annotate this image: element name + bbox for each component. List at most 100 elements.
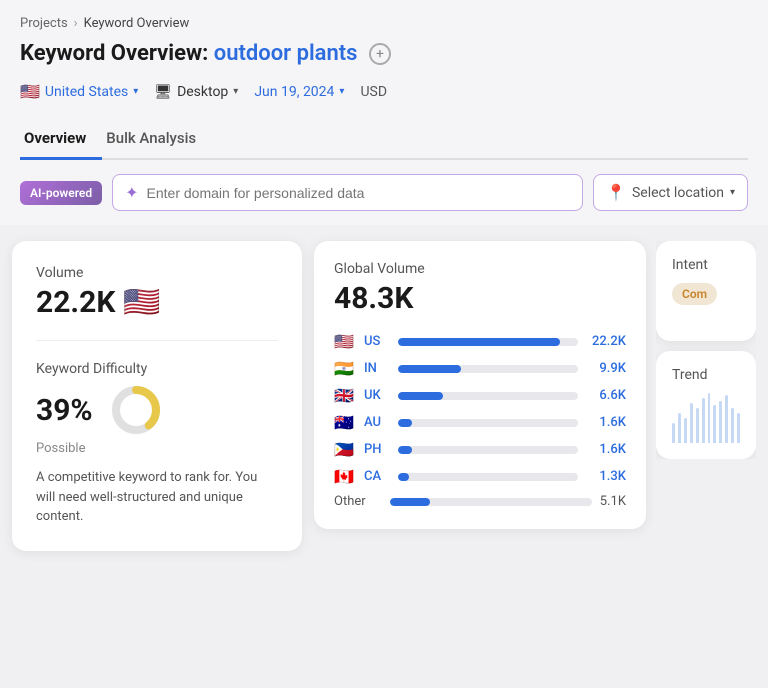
country-code-ph: PH xyxy=(364,442,390,457)
trend-bar xyxy=(725,395,728,443)
kd-description: A competitive keyword to rank for. You w… xyxy=(36,468,278,527)
breadcrumb-projects[interactable]: Projects xyxy=(20,16,68,31)
possible-label: Possible xyxy=(36,441,278,456)
country-volume-in: 9.9K xyxy=(586,361,626,376)
date-chevron-icon: ▾ xyxy=(339,86,344,97)
intent-badge: Com xyxy=(672,283,717,305)
search-row: AI-powered ✦ 📍 Select location ▾ xyxy=(20,174,748,211)
country-flag: 🇺🇸 xyxy=(20,82,40,101)
keyword-value: outdoor plants xyxy=(214,41,358,66)
country-bar-fill-au xyxy=(398,419,412,427)
trend-bar xyxy=(737,413,740,443)
kd-row: 39% xyxy=(36,383,278,437)
global-volume-value: 48.3K xyxy=(334,281,626,316)
trend-bar xyxy=(678,413,681,443)
volume-card: Volume 22.2K 🇺🇸 Keyword Difficulty 39% xyxy=(12,241,302,551)
global-volume-label: Global Volume xyxy=(334,261,626,277)
date-label: Jun 19, 2024 xyxy=(254,84,334,100)
trend-bar xyxy=(696,408,699,443)
location-label: Select location xyxy=(632,185,724,201)
domain-input[interactable] xyxy=(147,185,571,201)
kd-value: 39% xyxy=(36,393,93,428)
location-chevron-icon: ▾ xyxy=(730,187,735,198)
sparkle-icon: ✦ xyxy=(125,183,138,202)
country-flag-ca: 🇨🇦 xyxy=(334,467,356,486)
trend-bar xyxy=(731,408,734,443)
intent-title: Intent xyxy=(672,257,740,273)
filters-row: 🇺🇸 United States ▾ 🖥 Desktop ▾ Jun 19, 2… xyxy=(20,78,748,105)
breadcrumb-current: Keyword Overview xyxy=(84,16,190,31)
trend-title: Trend xyxy=(672,367,740,383)
trend-bar xyxy=(684,418,687,443)
country-bar-fill-ph xyxy=(398,446,412,454)
volume-divider xyxy=(36,340,278,341)
country-volume-au: 1.6K xyxy=(586,415,626,430)
country-flag-au: 🇦🇺 xyxy=(334,413,356,432)
country-bar-track-us xyxy=(398,338,578,346)
tab-bulk-analysis[interactable]: Bulk Analysis xyxy=(102,119,212,160)
other-bar-track xyxy=(390,498,592,506)
add-keyword-icon[interactable]: + xyxy=(369,43,391,65)
country-volume-us: 22.2K xyxy=(586,334,626,349)
country-bar-fill-uk xyxy=(398,392,443,400)
tabs-row: Overview Bulk Analysis xyxy=(20,119,748,160)
other-label: Other xyxy=(334,494,382,509)
country-chevron-icon: ▾ xyxy=(133,86,138,97)
country-bar-fill-us xyxy=(398,338,560,346)
country-code-in: IN xyxy=(364,361,390,376)
date-filter[interactable]: Jun 19, 2024 ▾ xyxy=(254,80,344,104)
country-bar-track-au xyxy=(398,419,578,427)
main-content: Volume 22.2K 🇺🇸 Keyword Difficulty 39% xyxy=(0,225,768,567)
search-section: AI-powered ✦ 📍 Select location ▾ xyxy=(0,160,768,225)
other-row: Other 5.1K xyxy=(334,494,626,509)
location-icon: 📍 xyxy=(606,183,626,202)
country-rows: 🇺🇸 US 22.2K 🇮🇳 IN 9.9K 🇬🇧 UK 6.6K 🇦🇺 AU xyxy=(334,332,626,486)
volume-flag: 🇺🇸 xyxy=(123,285,160,320)
trend-bar xyxy=(708,393,711,443)
page-title: Keyword Overview: outdoor plants + xyxy=(20,41,748,66)
page-title-prefix: Keyword Overview: xyxy=(20,41,208,66)
country-volume-ph: 1.6K xyxy=(586,442,626,457)
kd-label: Keyword Difficulty xyxy=(36,361,278,377)
breadcrumb-separator: › xyxy=(74,16,78,31)
device-label: Desktop xyxy=(177,84,228,100)
country-code-ca: CA xyxy=(364,469,390,484)
device-filter[interactable]: 🖥 Desktop ▾ xyxy=(154,80,238,104)
country-row: 🇮🇳 IN 9.9K xyxy=(334,359,626,378)
country-bar-fill-in xyxy=(398,365,461,373)
country-bar-track-ph xyxy=(398,446,578,454)
country-code-us: US xyxy=(364,334,390,349)
trend-card: Trend xyxy=(656,351,756,459)
trend-bar xyxy=(713,405,716,443)
volume-label: Volume xyxy=(36,265,278,281)
trend-bar xyxy=(672,423,675,443)
trend-bar xyxy=(702,398,705,443)
currency-label: USD xyxy=(360,84,387,100)
device-icon: 🖥 xyxy=(154,84,172,100)
country-flag-in: 🇮🇳 xyxy=(334,359,356,378)
tab-overview[interactable]: Overview xyxy=(20,119,102,160)
right-partial-cards: Intent Com Trend xyxy=(656,241,756,459)
location-select-button[interactable]: 📍 Select location ▾ xyxy=(593,174,748,211)
volume-value: 22.2K 🇺🇸 xyxy=(36,285,278,320)
country-code-au: AU xyxy=(364,415,390,430)
device-chevron-icon: ▾ xyxy=(233,86,238,97)
country-row: 🇬🇧 UK 6.6K xyxy=(334,386,626,405)
country-bar-fill-ca xyxy=(398,473,409,481)
intent-card: Intent Com xyxy=(656,241,756,341)
domain-input-wrapper[interactable]: ✦ xyxy=(112,174,583,211)
country-row: 🇵🇭 PH 1.6K xyxy=(334,440,626,459)
trend-bar xyxy=(719,401,722,443)
country-filter[interactable]: 🇺🇸 United States ▾ xyxy=(20,78,138,105)
country-bar-track-uk xyxy=(398,392,578,400)
trend-bar xyxy=(690,403,693,443)
country-row: 🇨🇦 CA 1.3K xyxy=(334,467,626,486)
breadcrumb: Projects › Keyword Overview xyxy=(20,16,748,31)
country-flag-uk: 🇬🇧 xyxy=(334,386,356,405)
country-code-uk: UK xyxy=(364,388,390,403)
country-row: 🇺🇸 US 22.2K xyxy=(334,332,626,351)
kd-donut-chart xyxy=(109,383,163,437)
country-bar-track-ca xyxy=(398,473,578,481)
country-flag-ph: 🇵🇭 xyxy=(334,440,356,459)
country-flag-us: 🇺🇸 xyxy=(334,332,356,351)
